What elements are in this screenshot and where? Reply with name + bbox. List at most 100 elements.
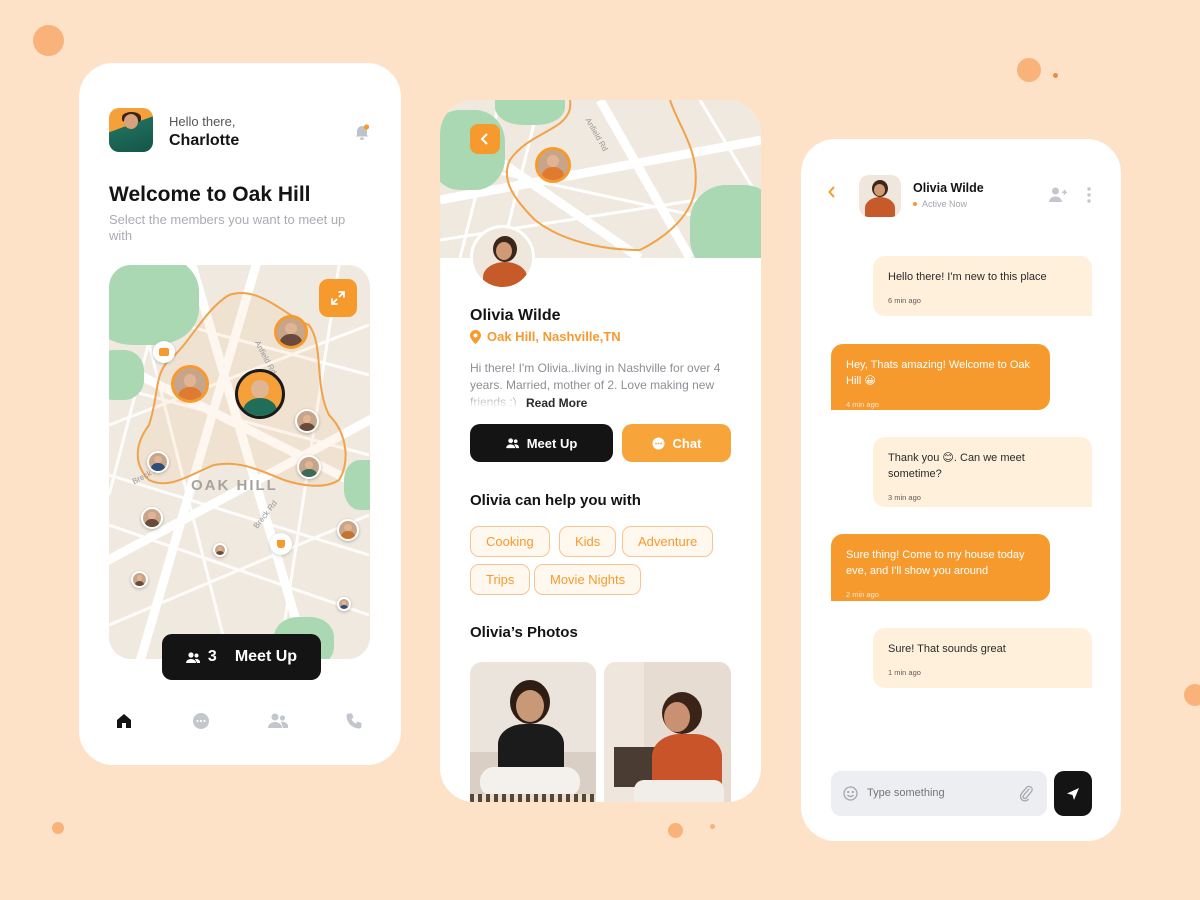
member-pin[interactable] <box>141 507 163 529</box>
user-avatar[interactable] <box>109 108 153 152</box>
message-outgoing: Sure thing! Come to my house today eve, … <box>831 534 1050 601</box>
message-input[interactable] <box>867 783 1007 803</box>
meetup-button[interactable]: Meet Up <box>470 424 613 462</box>
message-text: Sure! That sounds great <box>888 643 1006 655</box>
member-pin[interactable] <box>171 365 209 403</box>
bell-icon[interactable] <box>353 123 371 141</box>
area-label: OAK HILL <box>191 477 278 494</box>
decor-dot <box>1017 58 1041 82</box>
member-pin[interactable] <box>274 315 308 349</box>
emoji-icon[interactable] <box>843 786 858 806</box>
contact-status: Active Now <box>913 199 967 209</box>
home-screen: Hello there, Charlotte Welcome to Oak Hi… <box>79 63 401 765</box>
back-button[interactable] <box>828 185 836 203</box>
meetup-label: Meet Up <box>526 435 578 451</box>
message-text: Hey, Thats amazing! Welcome to Oak Hill … <box>846 359 1031 387</box>
park-area <box>109 265 199 345</box>
message-outgoing: Hey, Thats amazing! Welcome to Oak Hill … <box>831 344 1050 410</box>
profile-name: Olivia Wilde <box>470 307 561 324</box>
photos-heading: Olivia’s Photos <box>470 624 578 641</box>
message-time: 1 min ago <box>888 668 921 677</box>
member-pin[interactable] <box>295 409 319 433</box>
page-title: Welcome to Oak Hill <box>109 183 311 206</box>
status-dot <box>913 202 917 206</box>
tag-cooking[interactable]: Cooking <box>470 526 550 557</box>
message-time: 6 min ago <box>888 296 921 305</box>
member-pin[interactable] <box>213 543 227 557</box>
attach-icon[interactable] <box>1019 784 1033 807</box>
chevron-left-icon <box>480 133 488 145</box>
chat-icon[interactable] <box>192 712 210 735</box>
expand-icon[interactable] <box>319 279 357 317</box>
location-pin-icon <box>470 329 481 344</box>
park-area <box>109 350 144 400</box>
message-time: 3 min ago <box>888 493 921 502</box>
contact-avatar[interactable] <box>859 175 901 217</box>
message-time: 2 min ago <box>846 590 879 599</box>
member-pin[interactable] <box>535 147 571 183</box>
contact-name: Olivia Wilde <box>913 181 984 195</box>
profile-bio: Hi there! I'm Olivia..living in Nashvill… <box>470 360 732 408</box>
location-text: Oak Hill, Nashville,TN <box>487 329 621 344</box>
status-text: Active Now <box>922 199 968 209</box>
decor-dot <box>52 822 64 834</box>
meetup-count: 3 <box>207 648 217 665</box>
profile-screen: Anfield Rd Olivia Wilde Oak Hill, Nashvi… <box>440 100 761 802</box>
photo-thumbnail[interactable] <box>604 662 731 802</box>
message-time: 4 min ago <box>846 400 879 409</box>
people-icon[interactable] <box>268 712 289 735</box>
read-more-link[interactable]: Read More <box>524 396 588 410</box>
member-pin[interactable] <box>337 519 359 541</box>
people-icon <box>505 437 519 448</box>
phone-icon[interactable] <box>345 712 363 735</box>
tag-adventure[interactable]: Adventure <box>622 526 714 557</box>
message-incoming: Thank you 😊. Can we meet sometime? 3 min… <box>873 437 1092 507</box>
chat-icon <box>652 437 665 449</box>
members-map[interactable]: OAK HILL Breck Rd Anfield Rd Breck Rd <box>109 265 370 659</box>
profile-location: Oak Hill, Nashville,TN <box>470 329 621 344</box>
member-pin[interactable] <box>131 571 148 588</box>
bottom-nav <box>79 708 401 738</box>
park-area <box>344 460 370 510</box>
message-incoming: Sure! That sounds great 1 min ago <box>873 628 1092 688</box>
decor-dot <box>33 25 64 56</box>
meetup-label: Meet Up <box>234 648 298 665</box>
people-icon <box>185 651 200 663</box>
decor-dot <box>710 824 715 829</box>
chevron-left-icon <box>828 186 835 198</box>
greeting-text: Hello there, <box>169 114 236 129</box>
decor-dot <box>1184 684 1200 706</box>
back-button[interactable] <box>470 124 500 154</box>
member-pin[interactable] <box>147 451 169 473</box>
meetup-button[interactable]: 3 Meet Up <box>162 634 321 680</box>
park-area <box>690 185 761 258</box>
more-options-icon[interactable] <box>1087 187 1091 208</box>
cafe-icon[interactable] <box>270 533 292 555</box>
decor-dot <box>668 823 683 838</box>
message-incoming: Hello there! I'm new to this place 6 min… <box>873 256 1092 316</box>
chat-screen: Olivia Wilde Active Now Hello there! I'm… <box>801 139 1121 841</box>
decor-dot <box>1053 73 1058 78</box>
tag-movie-nights[interactable]: Movie Nights <box>534 564 642 595</box>
message-input-bar <box>831 771 1047 816</box>
page-subtitle: Select the members you want to meet up w… <box>109 212 346 243</box>
photo-thumbnail[interactable] <box>470 662 596 802</box>
send-icon <box>1067 787 1079 800</box>
message-text: Hello there! I'm new to this place <box>888 271 1047 283</box>
member-pin[interactable] <box>297 455 321 479</box>
home-icon[interactable] <box>115 712 133 735</box>
shop-icon[interactable] <box>153 341 175 363</box>
send-button[interactable] <box>1054 771 1092 816</box>
tag-trips[interactable]: Trips <box>470 564 531 595</box>
member-pin[interactable] <box>337 597 351 611</box>
chat-label: Chat <box>672 435 702 451</box>
message-text: Sure thing! Come to my house today eve, … <box>846 549 1025 577</box>
chat-button[interactable]: Chat <box>622 424 731 462</box>
member-pin-selected[interactable] <box>235 369 285 419</box>
help-heading: Olivia can help you with <box>470 492 641 509</box>
profile-photo <box>470 225 535 290</box>
user-name: Charlotte <box>169 132 240 149</box>
add-user-icon[interactable] <box>1049 187 1067 208</box>
tag-kids[interactable]: Kids <box>559 526 617 557</box>
message-text: Thank you 😊. Can we meet sometime? <box>888 452 1025 480</box>
